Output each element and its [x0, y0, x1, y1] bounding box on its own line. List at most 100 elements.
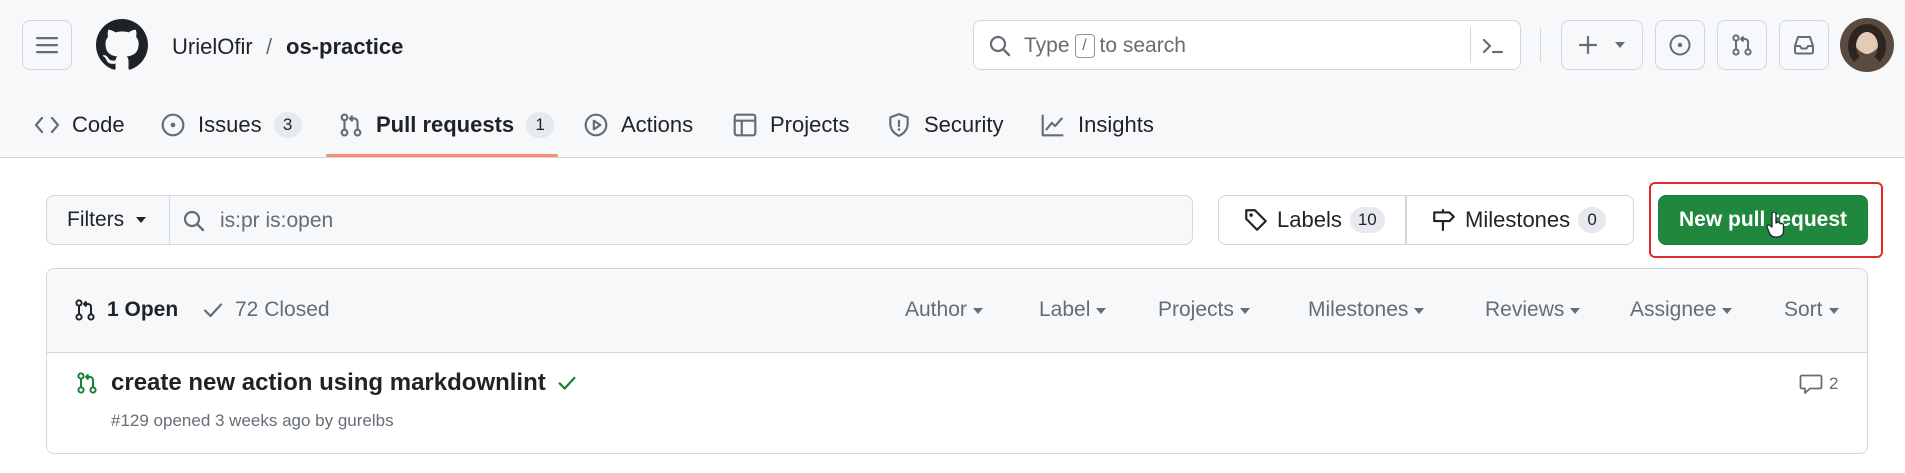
github-logo-icon[interactable] — [96, 19, 148, 71]
milestones-label: Milestones — [1465, 207, 1571, 232]
labels-count-badge: 10 — [1349, 207, 1385, 233]
pull-request-comment-count: 2 — [1829, 374, 1839, 393]
git-pull-request-icon — [75, 299, 95, 321]
comment-icon — [1799, 374, 1823, 394]
milestones-count-badge: 0 — [1578, 207, 1607, 233]
tab-pull-requests-label: Pull requests — [376, 112, 515, 137]
global-menu-button[interactable] — [22, 20, 72, 70]
caret-down-icon — [1096, 308, 1107, 314]
projects-filter-dropdown[interactable]: Projects — [1158, 298, 1250, 322]
issues-count-badge: 3 — [273, 112, 302, 138]
assignee-filter-label: Assignee — [1630, 298, 1717, 321]
topbar-divider — [1540, 28, 1541, 62]
inbox-icon — [1794, 36, 1814, 55]
hand-pointer-cursor-icon — [1766, 212, 1785, 238]
breadcrumb-separator: / — [266, 34, 273, 59]
breadcrumb-owner[interactable]: UrielOfir — [172, 34, 253, 60]
pull-request-list: 1 Open 72 Closed Author Label Projects M… — [46, 268, 1868, 454]
plus-icon — [1578, 35, 1598, 55]
pull-request-title-link[interactable]: create new action using markdownlint — [111, 369, 578, 397]
search-placeholder-prefix: Type — [1024, 34, 1070, 57]
list-header: 1 Open 72 Closed Author Label Projects M… — [47, 269, 1867, 353]
search-placeholder-suffix: to search — [1099, 34, 1186, 57]
tab-actions-label: Actions — [621, 112, 694, 137]
assignee-filter-dropdown[interactable]: Assignee — [1630, 298, 1733, 322]
milestones-button[interactable]: Milestones 0 — [1406, 195, 1634, 245]
closed-count-label: 72 Closed — [235, 298, 330, 321]
open-count-label: 1 Open — [107, 298, 179, 321]
tab-security[interactable]: Security — [886, 106, 1003, 144]
play-icon — [584, 113, 608, 137]
tab-insights-label: Insights — [1078, 112, 1154, 137]
pr-search-input[interactable]: is:pr is:open — [169, 195, 1193, 245]
user-avatar[interactable] — [1840, 18, 1894, 72]
label-filter-label: Label — [1039, 298, 1091, 321]
sort-dropdown[interactable]: Sort — [1784, 298, 1839, 322]
git-pull-request-open-icon — [77, 372, 97, 394]
search-icon — [183, 210, 205, 232]
milestones-filter-dropdown[interactable]: Milestones — [1308, 298, 1425, 322]
caret-down-icon — [1722, 308, 1733, 314]
closed-filter-link[interactable]: 72 Closed — [201, 298, 330, 322]
check-icon[interactable] — [556, 372, 578, 394]
slash-key-hint: / — [1074, 34, 1095, 58]
pull-requests-count-badge: 1 — [526, 112, 555, 138]
caret-down-icon — [1570, 308, 1581, 314]
notifications-button[interactable] — [1779, 20, 1829, 70]
milestones-filter-label: Milestones — [1308, 298, 1409, 321]
issue-opened-icon — [161, 113, 185, 137]
tab-insights[interactable]: Insights — [1040, 106, 1154, 144]
tab-pull-requests[interactable]: Pull requests 1 — [338, 106, 555, 144]
caret-down-icon — [1828, 308, 1839, 314]
tab-code-label: Code — [72, 112, 125, 137]
author-filter-label: Author — [905, 298, 967, 321]
open-filter-link[interactable]: 1 Open — [73, 298, 178, 322]
breadcrumb-repo[interactable]: os-practice — [286, 34, 403, 60]
table-icon — [733, 113, 757, 137]
triangle-down-icon — [1615, 42, 1625, 48]
tab-security-label: Security — [924, 112, 1004, 137]
author-filter-dropdown[interactable]: Author — [905, 298, 983, 322]
label-filter-dropdown[interactable]: Label — [1039, 298, 1107, 322]
labels-button[interactable]: Labels 10 — [1218, 195, 1406, 245]
tab-issues[interactable]: Issues 3 — [160, 106, 302, 144]
search-placeholder: Type / to search — [1024, 34, 1186, 58]
search-icon — [989, 35, 1011, 57]
pull-request-comments-link[interactable]: 2 — [1799, 373, 1838, 395]
tab-actions[interactable]: Actions — [583, 106, 693, 144]
shield-icon — [889, 113, 909, 137]
your-pull-requests-button[interactable] — [1717, 20, 1767, 70]
pr-search-query: is:pr is:open — [220, 209, 334, 232]
triangle-down-icon — [136, 217, 147, 223]
caret-down-icon — [1414, 308, 1425, 314]
pull-request-row[interactable]: create new action using markdownlint #12… — [47, 353, 1867, 453]
issue-opened-icon — [1669, 34, 1691, 56]
sort-label: Sort — [1784, 298, 1823, 321]
active-tab-underline — [326, 154, 558, 157]
command-palette-icon[interactable] — [1480, 33, 1506, 59]
repo-nav-tabs: Code Issues 3 Pull requests 1 Actions Pr… — [0, 92, 1905, 158]
labels-label: Labels — [1277, 207, 1342, 232]
pull-request-title: create new action using markdownlint — [111, 369, 546, 396]
code-icon — [34, 116, 60, 134]
pull-request-meta: #129 opened 3 weeks ago by gurelbs — [111, 411, 394, 430]
reviews-filter-label: Reviews — [1485, 298, 1565, 321]
avatar-face — [1858, 32, 1876, 54]
tab-projects[interactable]: Projects — [732, 106, 849, 144]
projects-filter-label: Projects — [1158, 298, 1234, 321]
app-header: UrielOfir / os-practice Type / to search — [0, 0, 1905, 158]
global-search-input[interactable]: Type / to search — [973, 20, 1521, 70]
milestone-icon — [1433, 209, 1455, 231]
your-issues-button[interactable] — [1655, 20, 1705, 70]
reviews-filter-dropdown[interactable]: Reviews — [1485, 298, 1581, 322]
git-pull-request-icon — [1732, 34, 1752, 56]
tab-issues-label: Issues — [198, 112, 262, 137]
filters-dropdown-button[interactable]: Filters — [46, 195, 170, 245]
create-new-button[interactable] — [1561, 20, 1643, 70]
check-icon — [203, 303, 223, 318]
caret-down-icon — [972, 308, 983, 314]
graph-icon — [1041, 114, 1064, 137]
new-pull-request-button[interactable]: New pull request — [1658, 195, 1868, 245]
global-bar: UrielOfir / os-practice Type / to search — [0, 0, 1905, 92]
tab-code[interactable]: Code — [34, 106, 125, 144]
